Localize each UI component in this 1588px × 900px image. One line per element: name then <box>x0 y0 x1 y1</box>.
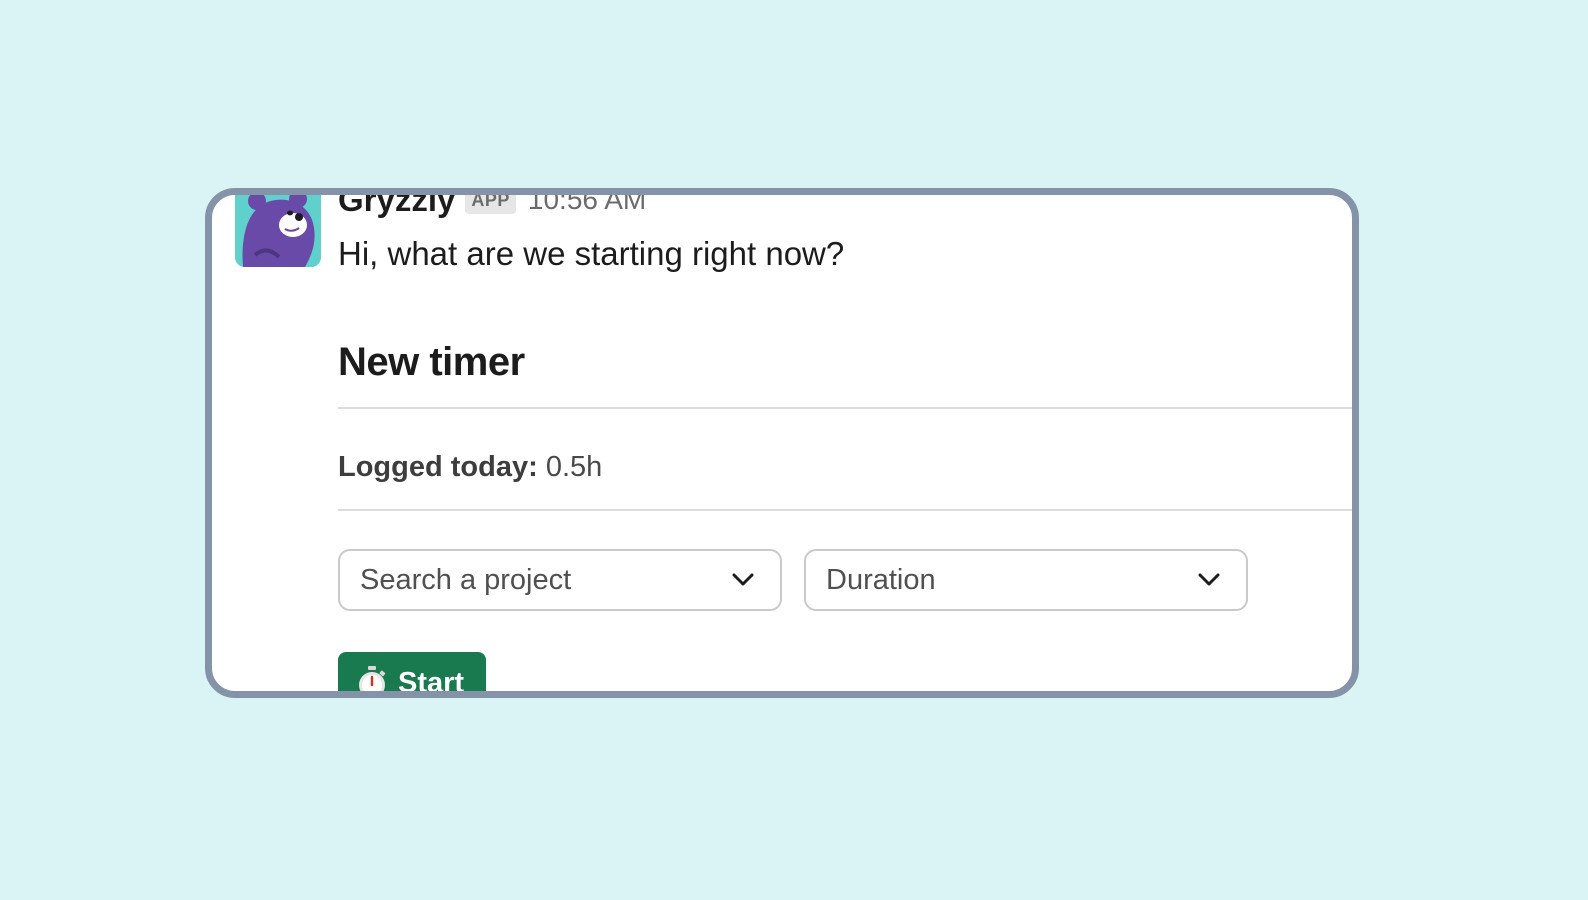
duration-select-placeholder: Duration <box>826 563 936 596</box>
message-timestamp[interactable]: 10:56 AM <box>528 195 646 216</box>
project-select-placeholder: Search a project <box>360 563 572 596</box>
message-card: Gryzzly APP 10:56 AM Hi, what are we sta… <box>205 188 1359 698</box>
message-text: Hi, what are we starting right now? <box>338 235 845 272</box>
duration-select[interactable]: Duration <box>804 549 1248 611</box>
divider <box>338 509 1352 511</box>
logged-today: Logged today: 0.5h <box>338 451 602 484</box>
logged-today-label: Logged today: <box>338 451 538 483</box>
app-badge: APP <box>465 195 516 214</box>
chevron-down-icon <box>1198 573 1220 587</box>
sender-name[interactable]: Gryzzly <box>338 195 455 219</box>
start-button-label: Start <box>398 667 465 698</box>
message-header: Gryzzly APP 10:56 AM <box>338 195 646 219</box>
chevron-down-icon <box>732 573 754 587</box>
start-button[interactable]: Start <box>338 652 486 698</box>
block-title: New timer <box>338 340 525 384</box>
logged-today-value: 0.5h <box>545 451 603 483</box>
bear-avatar-icon[interactable] <box>235 195 321 267</box>
project-select[interactable]: Search a project <box>338 549 782 611</box>
stopwatch-icon <box>356 666 388 691</box>
divider <box>338 407 1352 409</box>
